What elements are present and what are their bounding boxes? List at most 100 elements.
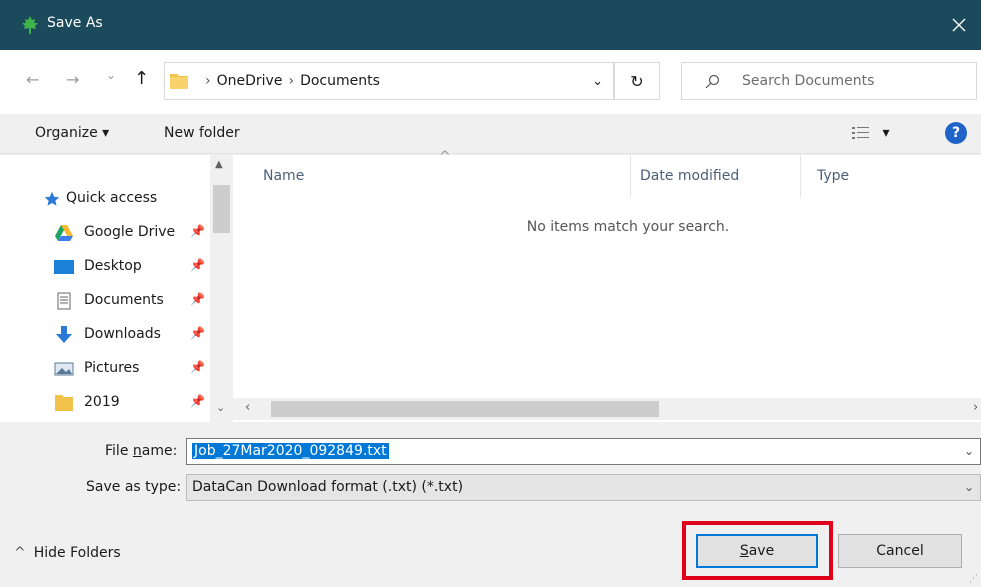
empty-message: No items match your search. (526, 219, 730, 235)
new-folder-button[interactable]: New folder (164, 125, 240, 141)
pin-icon: 📌 (190, 394, 205, 408)
folder-icon (55, 395, 73, 411)
save-button-label: ave (748, 543, 775, 559)
sidebar-item-label: Pictures (84, 360, 140, 376)
column-header-type[interactable]: Type (801, 155, 981, 197)
column-header-label: Name (263, 168, 305, 184)
sort-arrow-icon: ^ (439, 149, 451, 165)
window-title: Save As (47, 15, 103, 31)
file-list-scrollbar[interactable]: ‹ › (233, 398, 981, 420)
column-header-name[interactable]: ^ Name (233, 149, 631, 197)
hide-folders-button[interactable]: ^ Hide Folders (14, 545, 121, 561)
chevron-down-icon: ▾ (882, 125, 890, 141)
back-button[interactable]: ← (26, 70, 39, 89)
search-placeholder: Search Documents (742, 73, 875, 89)
up-arrow-icon: ↑ (134, 68, 150, 89)
refresh-icon: ↻ (630, 71, 644, 91)
organize-button[interactable]: Organize ▾ (35, 125, 109, 141)
file-name-label-text: File (105, 443, 133, 459)
scrollbar-thumb[interactable] (271, 401, 659, 417)
sidebar-item-downloads[interactable]: Downloads 📌 (0, 320, 210, 350)
breadcrumb: › OneDrive › Documents (199, 73, 380, 89)
sidebar-item-label: 2019 (84, 394, 120, 410)
address-bar[interactable]: › OneDrive › Documents ⌄ (164, 62, 614, 100)
close-icon (952, 18, 966, 32)
file-name-label-accesskey: n (132, 443, 142, 459)
view-list-icon (852, 127, 869, 139)
file-name-input[interactable]: Job_27Mar2020_092849.txt ⌄ (186, 438, 981, 465)
pin-icon: 📌 (190, 292, 205, 306)
search-icon (705, 74, 720, 89)
breadcrumb-onedrive[interactable]: OneDrive (217, 73, 283, 89)
sidebar-item-label: Desktop (84, 258, 142, 274)
sidebar-item-label: Documents (84, 292, 164, 308)
pin-icon: 📌 (190, 360, 205, 374)
back-arrow-icon: ← (26, 70, 40, 89)
navigation-pane-scrollbar[interactable]: ▲ ⌄ (210, 155, 233, 422)
google-drive-icon (55, 225, 73, 241)
star-icon (44, 191, 60, 206)
sidebar-item-label: Quick access (66, 190, 158, 206)
title-bar: Save As (0, 0, 981, 50)
refresh-button[interactable]: ↻ (614, 62, 660, 100)
navigation-pane: Quick access Google Drive 📌 Desktop 📌 Do… (0, 155, 233, 422)
up-button[interactable]: ↑ (134, 68, 149, 89)
downloads-icon (56, 326, 72, 343)
recent-locations-button[interactable]: ⌄ (106, 68, 116, 82)
scroll-up-arrow-icon[interactable]: ▲ (215, 159, 223, 170)
breadcrumb-documents[interactable]: Documents (300, 73, 380, 89)
help-icon: ? (951, 125, 961, 141)
column-header-label: Type (817, 168, 850, 184)
address-dropdown-button[interactable]: ⌄ (592, 74, 603, 89)
save-as-type-select[interactable]: DataCan Download format (.txt) (*.txt) ⌄ (186, 474, 981, 501)
maple-leaf-icon (22, 16, 38, 34)
sidebar-item-label: Downloads (84, 326, 161, 342)
sidebar-item-2019[interactable]: 2019 📌 (0, 388, 210, 418)
chevron-down-icon[interactable]: ⌄ (964, 444, 974, 458)
file-name-label-text: ame: (141, 443, 178, 459)
pin-icon: 📌 (190, 258, 205, 272)
sidebar-item-google-drive[interactable]: Google Drive 📌 (0, 218, 210, 248)
chevron-up-icon: ^ (14, 545, 26, 561)
save-as-type-label: Save as type: (86, 479, 182, 495)
pictures-icon (54, 362, 74, 376)
resize-grip-icon[interactable]: ⋰ (969, 574, 978, 584)
scroll-down-arrow-icon[interactable]: ⌄ (216, 401, 225, 414)
sidebar-item-documents[interactable]: Documents 📌 (0, 286, 210, 316)
search-input[interactable]: Search Documents (681, 62, 977, 100)
chevron-down-icon: ⌄ (106, 68, 117, 82)
scrollbar-thumb[interactable] (213, 185, 230, 233)
forward-button[interactable]: → (66, 70, 79, 89)
column-header-label: Date modified (640, 168, 740, 184)
breadcrumb-separator: › (205, 73, 211, 89)
file-list-pane: ^ Name Date modified Type No items match… (233, 149, 981, 422)
desktop-icon (54, 260, 74, 274)
sidebar-item-pictures[interactable]: Pictures 📌 (0, 354, 210, 384)
column-header-date-modified[interactable]: Date modified (631, 155, 801, 197)
save-button-accesskey: S (739, 543, 749, 559)
hide-folders-label: Hide Folders (33, 545, 121, 561)
close-button[interactable] (937, 0, 981, 50)
help-button[interactable]: ? (945, 122, 967, 144)
cancel-button-label: Cancel (876, 543, 924, 559)
view-options-button[interactable]: ▾ (852, 125, 889, 141)
sidebar-item-desktop[interactable]: Desktop 📌 (0, 252, 210, 282)
forward-arrow-icon: → (66, 70, 80, 89)
sidebar-item-quick-access[interactable]: Quick access (0, 184, 210, 214)
scroll-right-arrow-icon[interactable]: › (973, 400, 978, 415)
file-name-label: File name: (105, 443, 177, 459)
command-toolbar: Organize ▾ New folder ▾ ? (0, 114, 981, 154)
scroll-left-arrow-icon[interactable]: ‹ (245, 400, 250, 415)
chevron-down-icon: ⌄ (592, 74, 603, 89)
folder-icon (170, 74, 188, 89)
file-name-value: Job_27Mar2020_092849.txt (192, 443, 389, 459)
save-button[interactable]: Save (696, 534, 818, 568)
sidebar-item-label: Google Drive (84, 224, 176, 240)
chevron-down-icon: ⌄ (963, 480, 974, 494)
save-as-type-value: DataCan Download format (.txt) (*.txt) (192, 479, 464, 495)
breadcrumb-separator: › (288, 73, 295, 89)
pin-icon: 📌 (190, 326, 205, 340)
documents-icon (57, 292, 71, 310)
pin-icon: 📌 (190, 224, 205, 238)
cancel-button[interactable]: Cancel (838, 534, 962, 568)
